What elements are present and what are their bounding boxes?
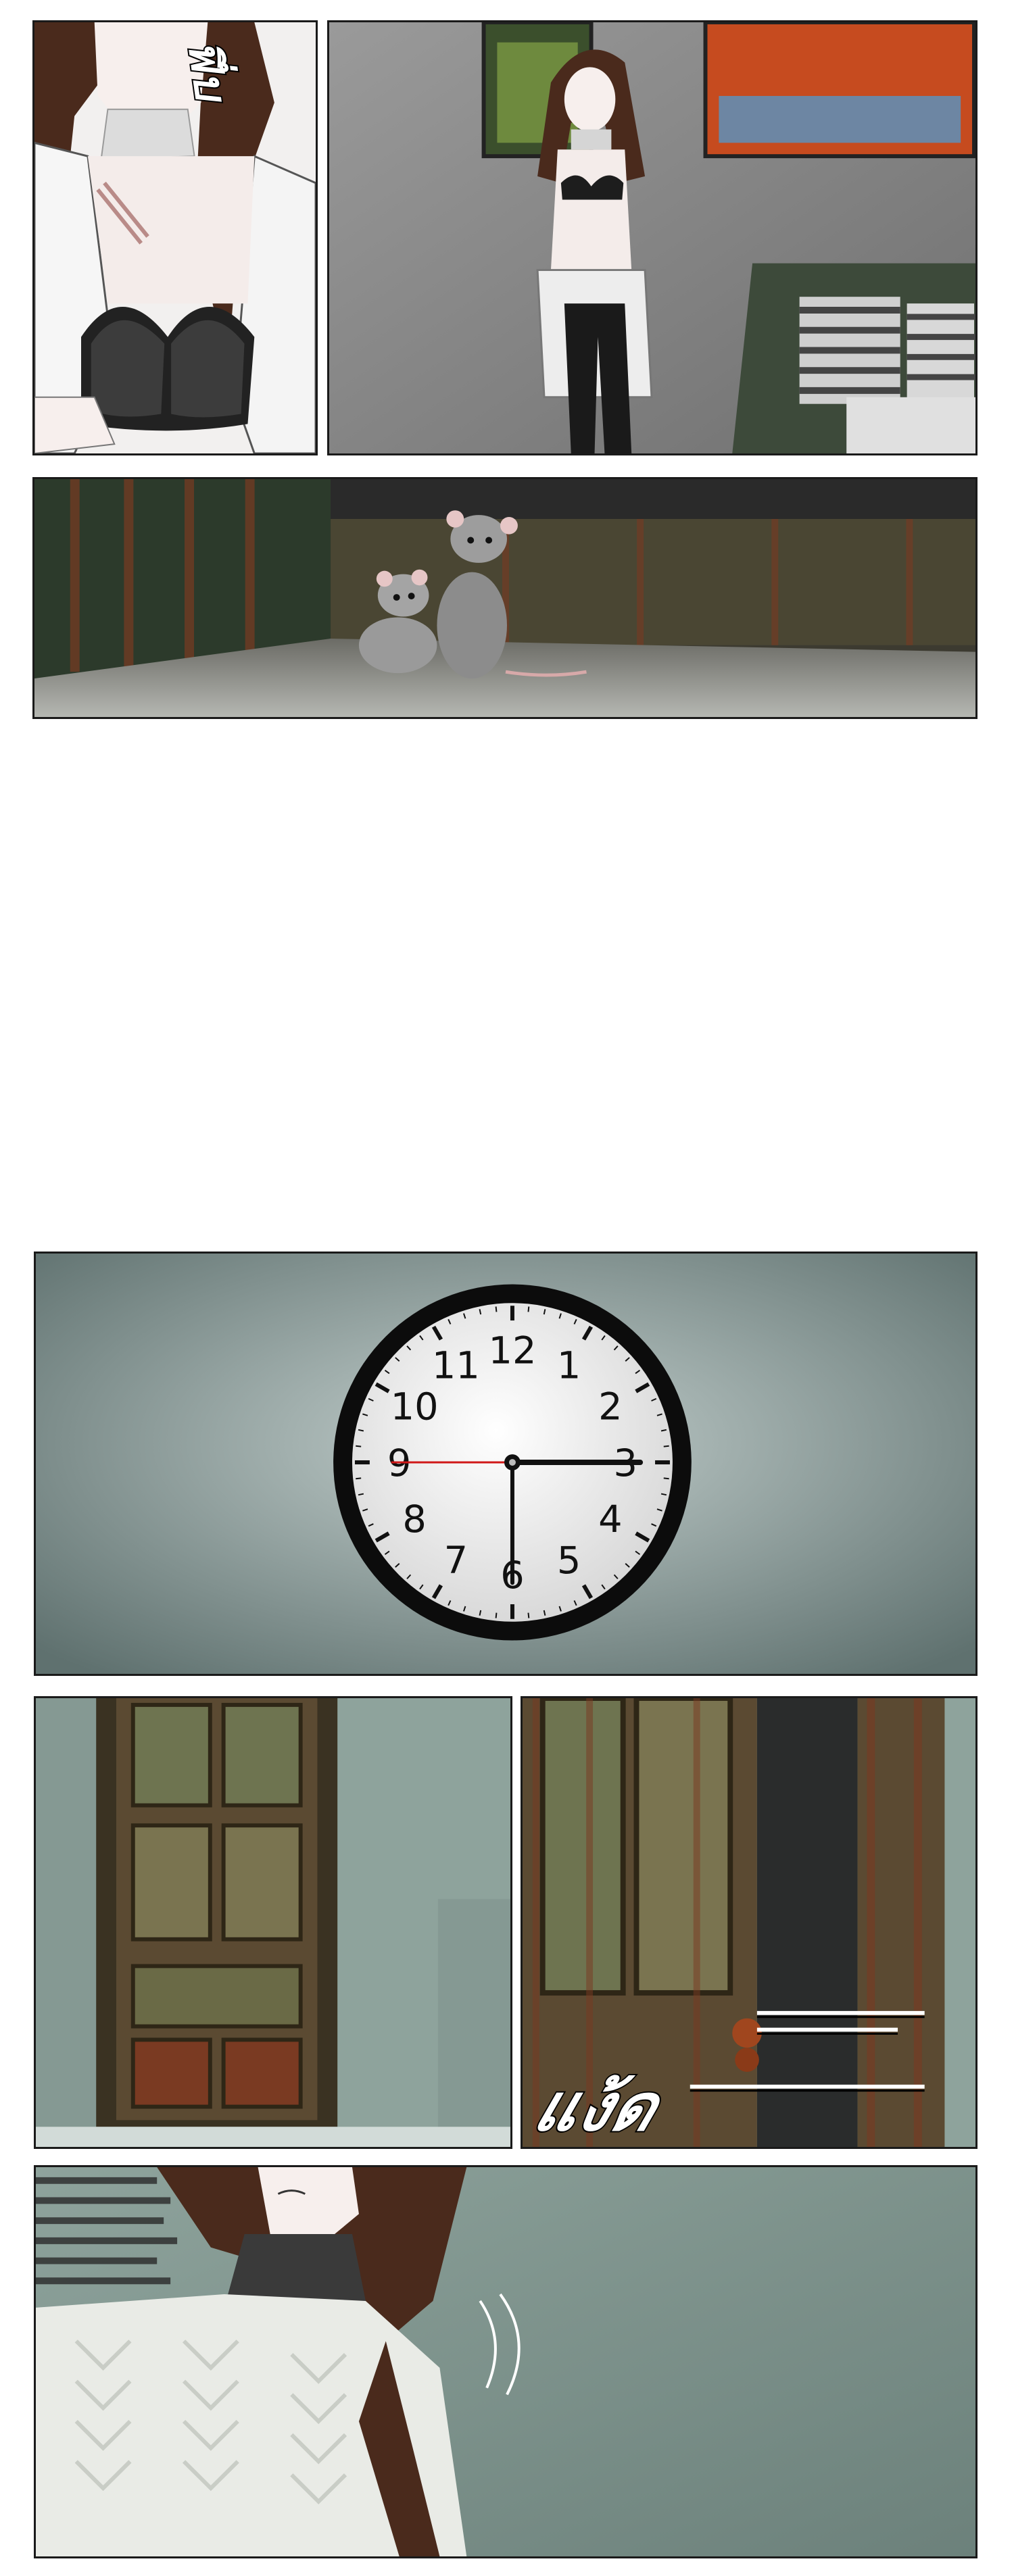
clock-number: 4 bbox=[598, 1497, 622, 1541]
panel-2-art bbox=[329, 22, 975, 453]
panel-7-art bbox=[36, 2167, 975, 2556]
door-gap-dark bbox=[756, 1698, 858, 2147]
clock-tick bbox=[495, 1306, 498, 1312]
panel-4-clock: 121234567891011 bbox=[34, 1252, 977, 1676]
clock-number: 12 bbox=[488, 1329, 536, 1373]
clock-number: 11 bbox=[432, 1344, 480, 1388]
clock-tick bbox=[663, 1445, 669, 1447]
clock-tick bbox=[356, 1445, 362, 1447]
panel-2-girl-room bbox=[327, 20, 977, 455]
clock-number: 7 bbox=[444, 1539, 468, 1583]
clock-tick bbox=[356, 1477, 362, 1480]
clock-tick bbox=[527, 1612, 530, 1618]
clock-number: 10 bbox=[391, 1385, 439, 1429]
clock-tick bbox=[663, 1477, 669, 1480]
clock-tick bbox=[527, 1306, 530, 1312]
panel-6-door-open: แง้ด bbox=[521, 1696, 977, 2149]
panel-3-art bbox=[34, 479, 975, 717]
clock-number: 2 bbox=[598, 1385, 622, 1429]
clock-number: 8 bbox=[402, 1497, 426, 1541]
clock-number: 1 bbox=[557, 1344, 581, 1388]
panel-4-art: 121234567891011 bbox=[36, 1254, 975, 1674]
panel-7-girl-sweater bbox=[34, 2165, 977, 2558]
sfx-text-rustle: ฟึ่บ bbox=[176, 36, 238, 106]
panel-5-door bbox=[34, 1696, 512, 2149]
panel-5-art bbox=[36, 1698, 510, 2147]
panel-3-rats bbox=[32, 477, 977, 719]
panel-1-girl-closeup: ฟึ่บ bbox=[32, 20, 318, 455]
clock-number: 5 bbox=[557, 1539, 581, 1583]
clock-tick bbox=[495, 1612, 498, 1618]
